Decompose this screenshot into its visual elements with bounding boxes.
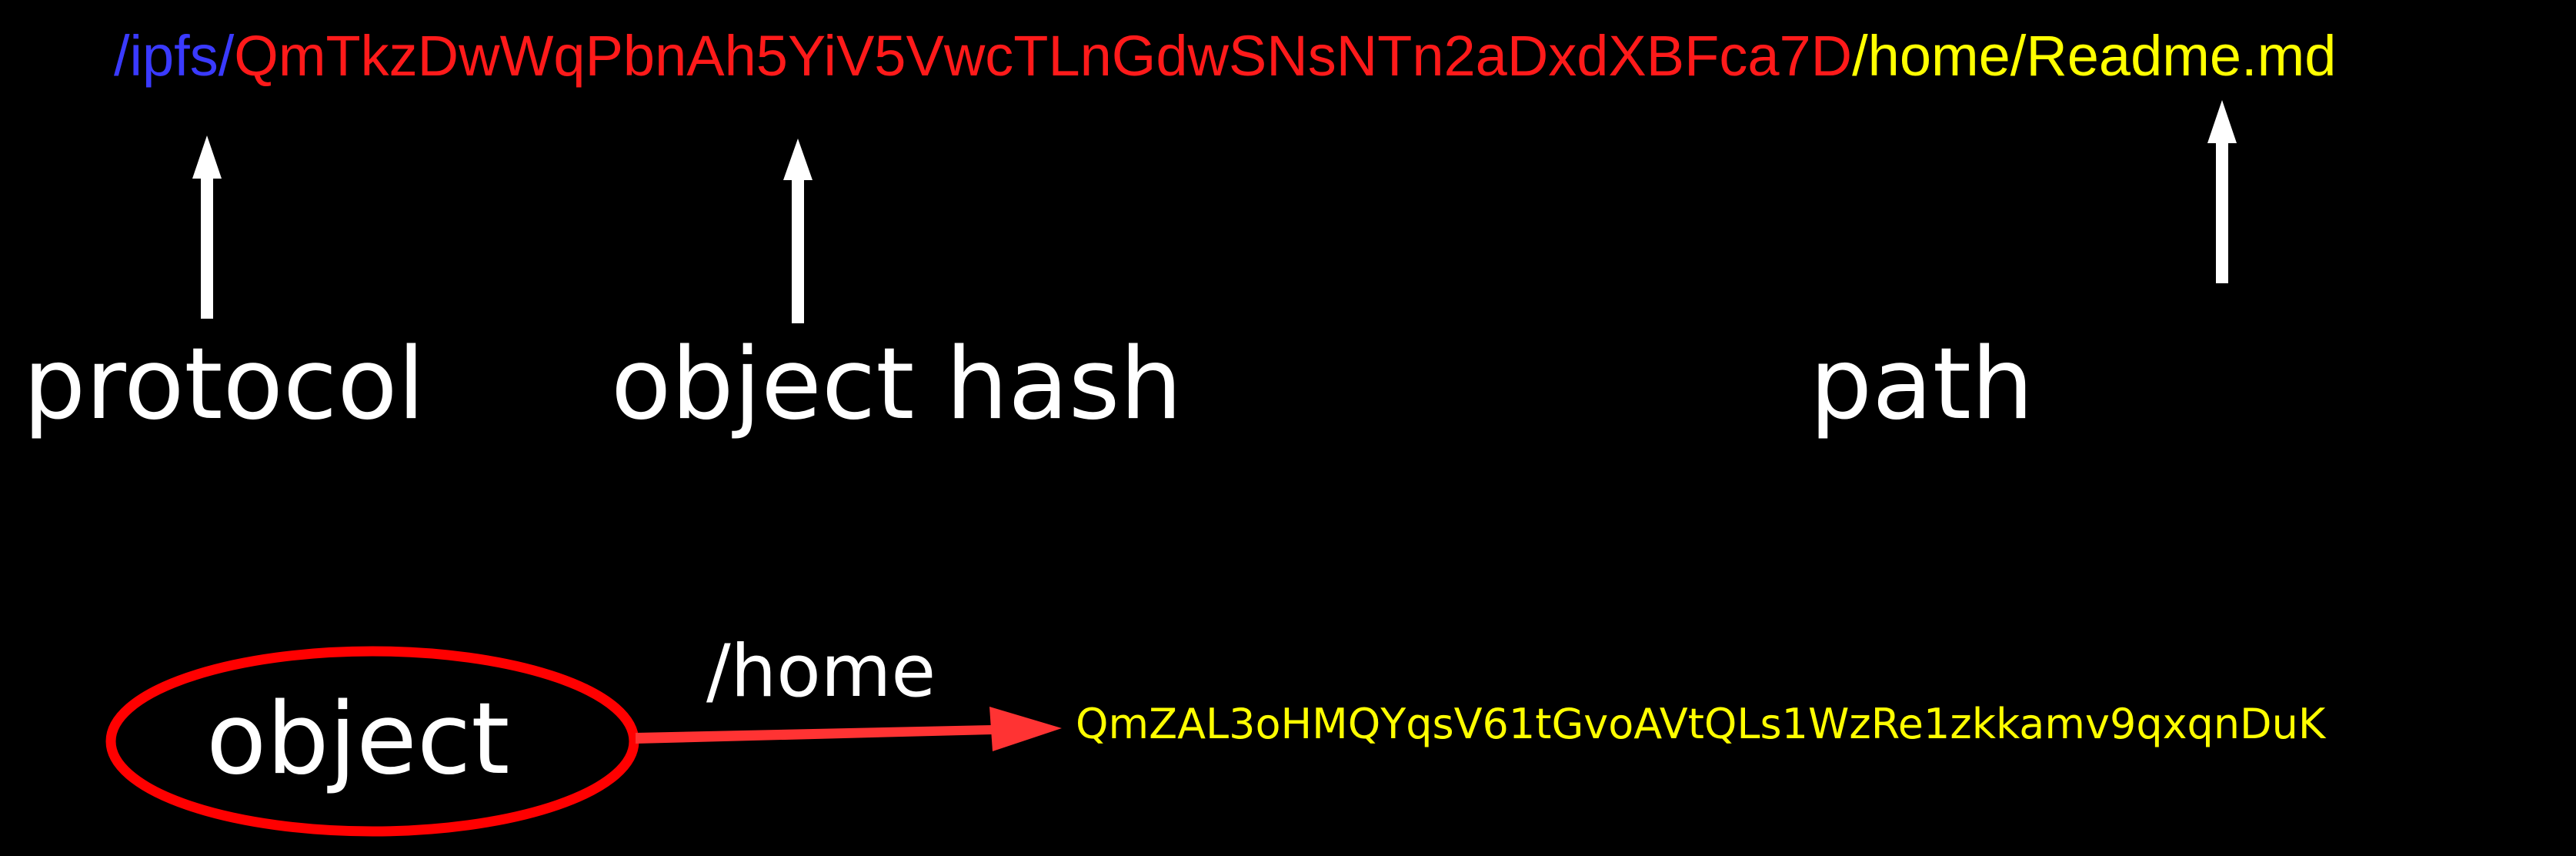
hash-up-arrow-icon [783,139,813,323]
protocol-label: protocol [23,327,425,442]
ipfs-path-diagram: /ipfs/QmTkzDwWqPbnAh5YiV5VwcTLnGdwSNsNTn… [0,0,2576,856]
link-target-hash: QmZAL3oHMQYqsV61tGvoAVtQLs1WzRe1zkkamv9q… [1076,700,2326,748]
path-label: path [1810,327,2034,442]
link-edge-label: /home [706,630,936,714]
object-hash-label: object hash [611,327,1183,442]
path-up-arrow-icon [2207,100,2237,283]
protocol-up-arrow-icon [192,135,222,319]
object-node-label: object [206,682,510,797]
